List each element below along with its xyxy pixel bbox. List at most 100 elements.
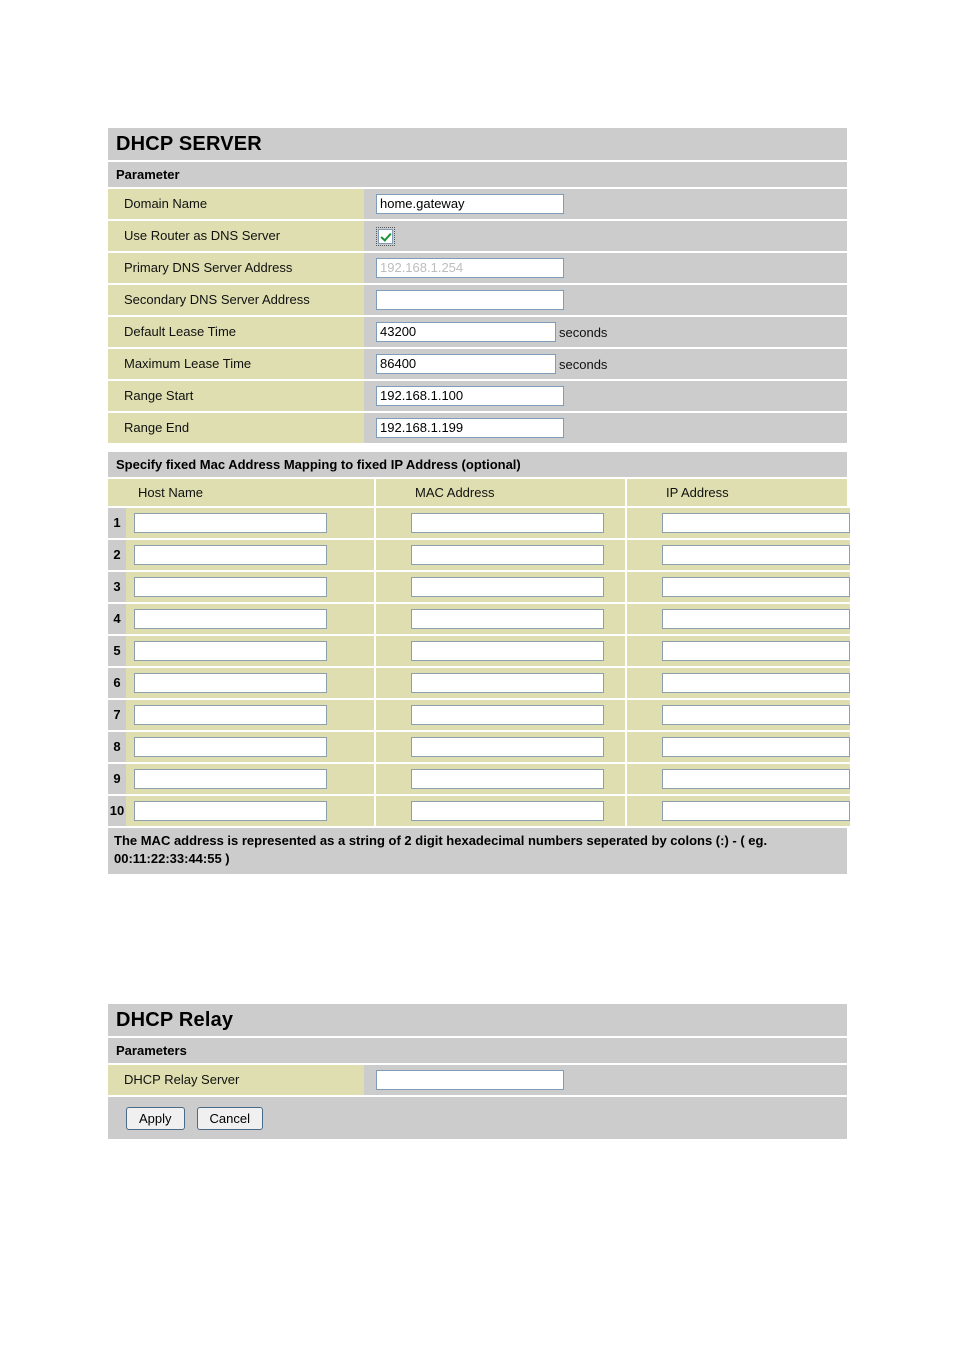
mac-address-5-input[interactable] bbox=[411, 641, 604, 661]
host-name-2-cell bbox=[126, 540, 374, 570]
ip-address-5-input[interactable] bbox=[662, 641, 850, 661]
ip-address-3-input[interactable] bbox=[662, 577, 850, 597]
ip-address-6-cell bbox=[654, 668, 850, 698]
mac-address-4-input[interactable] bbox=[411, 609, 604, 629]
label-dhcp-relay-server: DHCP Relay Server bbox=[108, 1065, 364, 1095]
header-host-name: Host Name bbox=[126, 479, 374, 506]
mac-address-6-input[interactable] bbox=[411, 673, 604, 693]
row-index-label: 9 bbox=[108, 764, 126, 794]
mac-address-format-note: The MAC address is represented as a stri… bbox=[108, 828, 847, 874]
mac-address-10-cell bbox=[403, 796, 625, 826]
label-range-start: Range Start bbox=[108, 381, 364, 411]
ip-address-10-input[interactable] bbox=[662, 801, 850, 821]
host-name-1-input[interactable] bbox=[134, 513, 327, 533]
host-name-4-input[interactable] bbox=[134, 609, 327, 629]
secondary-dns-input[interactable] bbox=[376, 290, 564, 310]
ip-address-6-input[interactable] bbox=[662, 673, 850, 693]
row-use-router-as-dns: Use Router as DNS Server bbox=[108, 221, 847, 253]
dhcp-server-panel: DHCP SERVER Parameter Domain Name Use Ro… bbox=[108, 128, 847, 443]
host-name-7-input[interactable] bbox=[134, 705, 327, 725]
ip-address-10-cell bbox=[654, 796, 850, 826]
column-gap-2 bbox=[625, 764, 654, 794]
mac-address-3-input[interactable] bbox=[411, 577, 604, 597]
row-index-label: 10 bbox=[108, 796, 126, 826]
host-name-5-cell bbox=[126, 636, 374, 666]
apply-button[interactable]: Apply bbox=[126, 1106, 185, 1130]
table-row: 10 bbox=[108, 796, 850, 828]
host-name-3-input[interactable] bbox=[134, 577, 327, 597]
default-lease-time-unit: seconds bbox=[559, 324, 608, 340]
row-default-lease-time: Default Lease Time seconds bbox=[108, 317, 847, 349]
ip-address-8-cell bbox=[654, 732, 850, 762]
mac-address-10-input[interactable] bbox=[411, 801, 604, 821]
host-name-10-input[interactable] bbox=[134, 801, 327, 821]
label-secondary-dns: Secondary DNS Server Address bbox=[108, 285, 364, 315]
mac-address-2-input[interactable] bbox=[411, 545, 604, 565]
host-name-8-cell bbox=[126, 732, 374, 762]
mac-address-3-cell bbox=[403, 572, 625, 602]
label-use-router-as-dns: Use Router as DNS Server bbox=[108, 221, 364, 251]
range-start-input[interactable] bbox=[376, 386, 564, 406]
ip-address-2-input[interactable] bbox=[662, 545, 850, 565]
mac-address-5-cell bbox=[403, 636, 625, 666]
primary-dns-input[interactable] bbox=[376, 258, 564, 278]
use-router-as-dns-checkbox[interactable] bbox=[378, 228, 393, 244]
label-default-lease-time: Default Lease Time bbox=[108, 317, 364, 347]
label-primary-dns: Primary DNS Server Address bbox=[108, 253, 364, 283]
field-domain-name bbox=[364, 189, 847, 219]
row-primary-dns: Primary DNS Server Address bbox=[108, 253, 847, 285]
ip-address-3-cell bbox=[654, 572, 850, 602]
row-index-label: 5 bbox=[108, 636, 126, 666]
host-name-6-input[interactable] bbox=[134, 673, 327, 693]
field-range-end bbox=[364, 413, 847, 443]
range-end-input[interactable] bbox=[376, 418, 564, 438]
row-index-label: 1 bbox=[108, 508, 126, 538]
maximum-lease-time-input[interactable] bbox=[376, 354, 556, 374]
column-gap-1 bbox=[374, 508, 403, 538]
ip-address-1-cell bbox=[654, 508, 850, 538]
dhcp-server-subtitle: Parameter bbox=[108, 162, 847, 189]
default-lease-time-input[interactable] bbox=[376, 322, 556, 342]
mac-address-7-cell bbox=[403, 700, 625, 730]
mac-address-1-input[interactable] bbox=[411, 513, 604, 533]
field-primary-dns bbox=[364, 253, 847, 283]
dhcp-server-title: DHCP SERVER bbox=[108, 128, 847, 162]
domain-name-input[interactable] bbox=[376, 194, 564, 214]
ip-address-7-input[interactable] bbox=[662, 705, 850, 725]
dhcp-relay-server-input[interactable] bbox=[376, 1070, 564, 1090]
ip-address-4-cell bbox=[654, 604, 850, 634]
row-domain-name: Domain Name bbox=[108, 189, 847, 221]
mac-mapping-title: Specify fixed Mac Address Mapping to fix… bbox=[108, 452, 847, 479]
field-maximum-lease-time: seconds bbox=[364, 349, 847, 379]
host-name-3-cell bbox=[126, 572, 374, 602]
ip-address-8-input[interactable] bbox=[662, 737, 850, 757]
page-root: DHCP SERVER Parameter Domain Name Use Ro… bbox=[0, 0, 954, 1351]
host-name-8-input[interactable] bbox=[134, 737, 327, 757]
column-gap-1 bbox=[374, 572, 403, 602]
mac-address-9-input[interactable] bbox=[411, 769, 604, 789]
table-row: 3 bbox=[108, 572, 850, 604]
host-name-5-input[interactable] bbox=[134, 641, 327, 661]
mac-address-8-input[interactable] bbox=[411, 737, 604, 757]
label-domain-name: Domain Name bbox=[108, 189, 364, 219]
ip-address-9-input[interactable] bbox=[662, 769, 850, 789]
ip-address-5-cell bbox=[654, 636, 850, 666]
column-gap-1 bbox=[374, 764, 403, 794]
ip-address-7-cell bbox=[654, 700, 850, 730]
row-index-label: 6 bbox=[108, 668, 126, 698]
mac-address-7-input[interactable] bbox=[411, 705, 604, 725]
column-gap-1 bbox=[374, 668, 403, 698]
row-secondary-dns: Secondary DNS Server Address bbox=[108, 285, 847, 317]
cancel-button[interactable]: Cancel bbox=[196, 1106, 263, 1130]
table-row: 2 bbox=[108, 540, 850, 572]
ip-address-4-input[interactable] bbox=[662, 609, 850, 629]
column-gap-2 bbox=[625, 796, 654, 826]
table-row: 1 bbox=[108, 508, 850, 540]
ip-address-1-input[interactable] bbox=[662, 513, 850, 533]
host-name-9-input[interactable] bbox=[134, 769, 327, 789]
table-row: 8 bbox=[108, 732, 850, 764]
host-name-6-cell bbox=[126, 668, 374, 698]
column-gap-2 bbox=[625, 636, 654, 666]
column-gap-1 bbox=[374, 540, 403, 570]
host-name-2-input[interactable] bbox=[134, 545, 327, 565]
